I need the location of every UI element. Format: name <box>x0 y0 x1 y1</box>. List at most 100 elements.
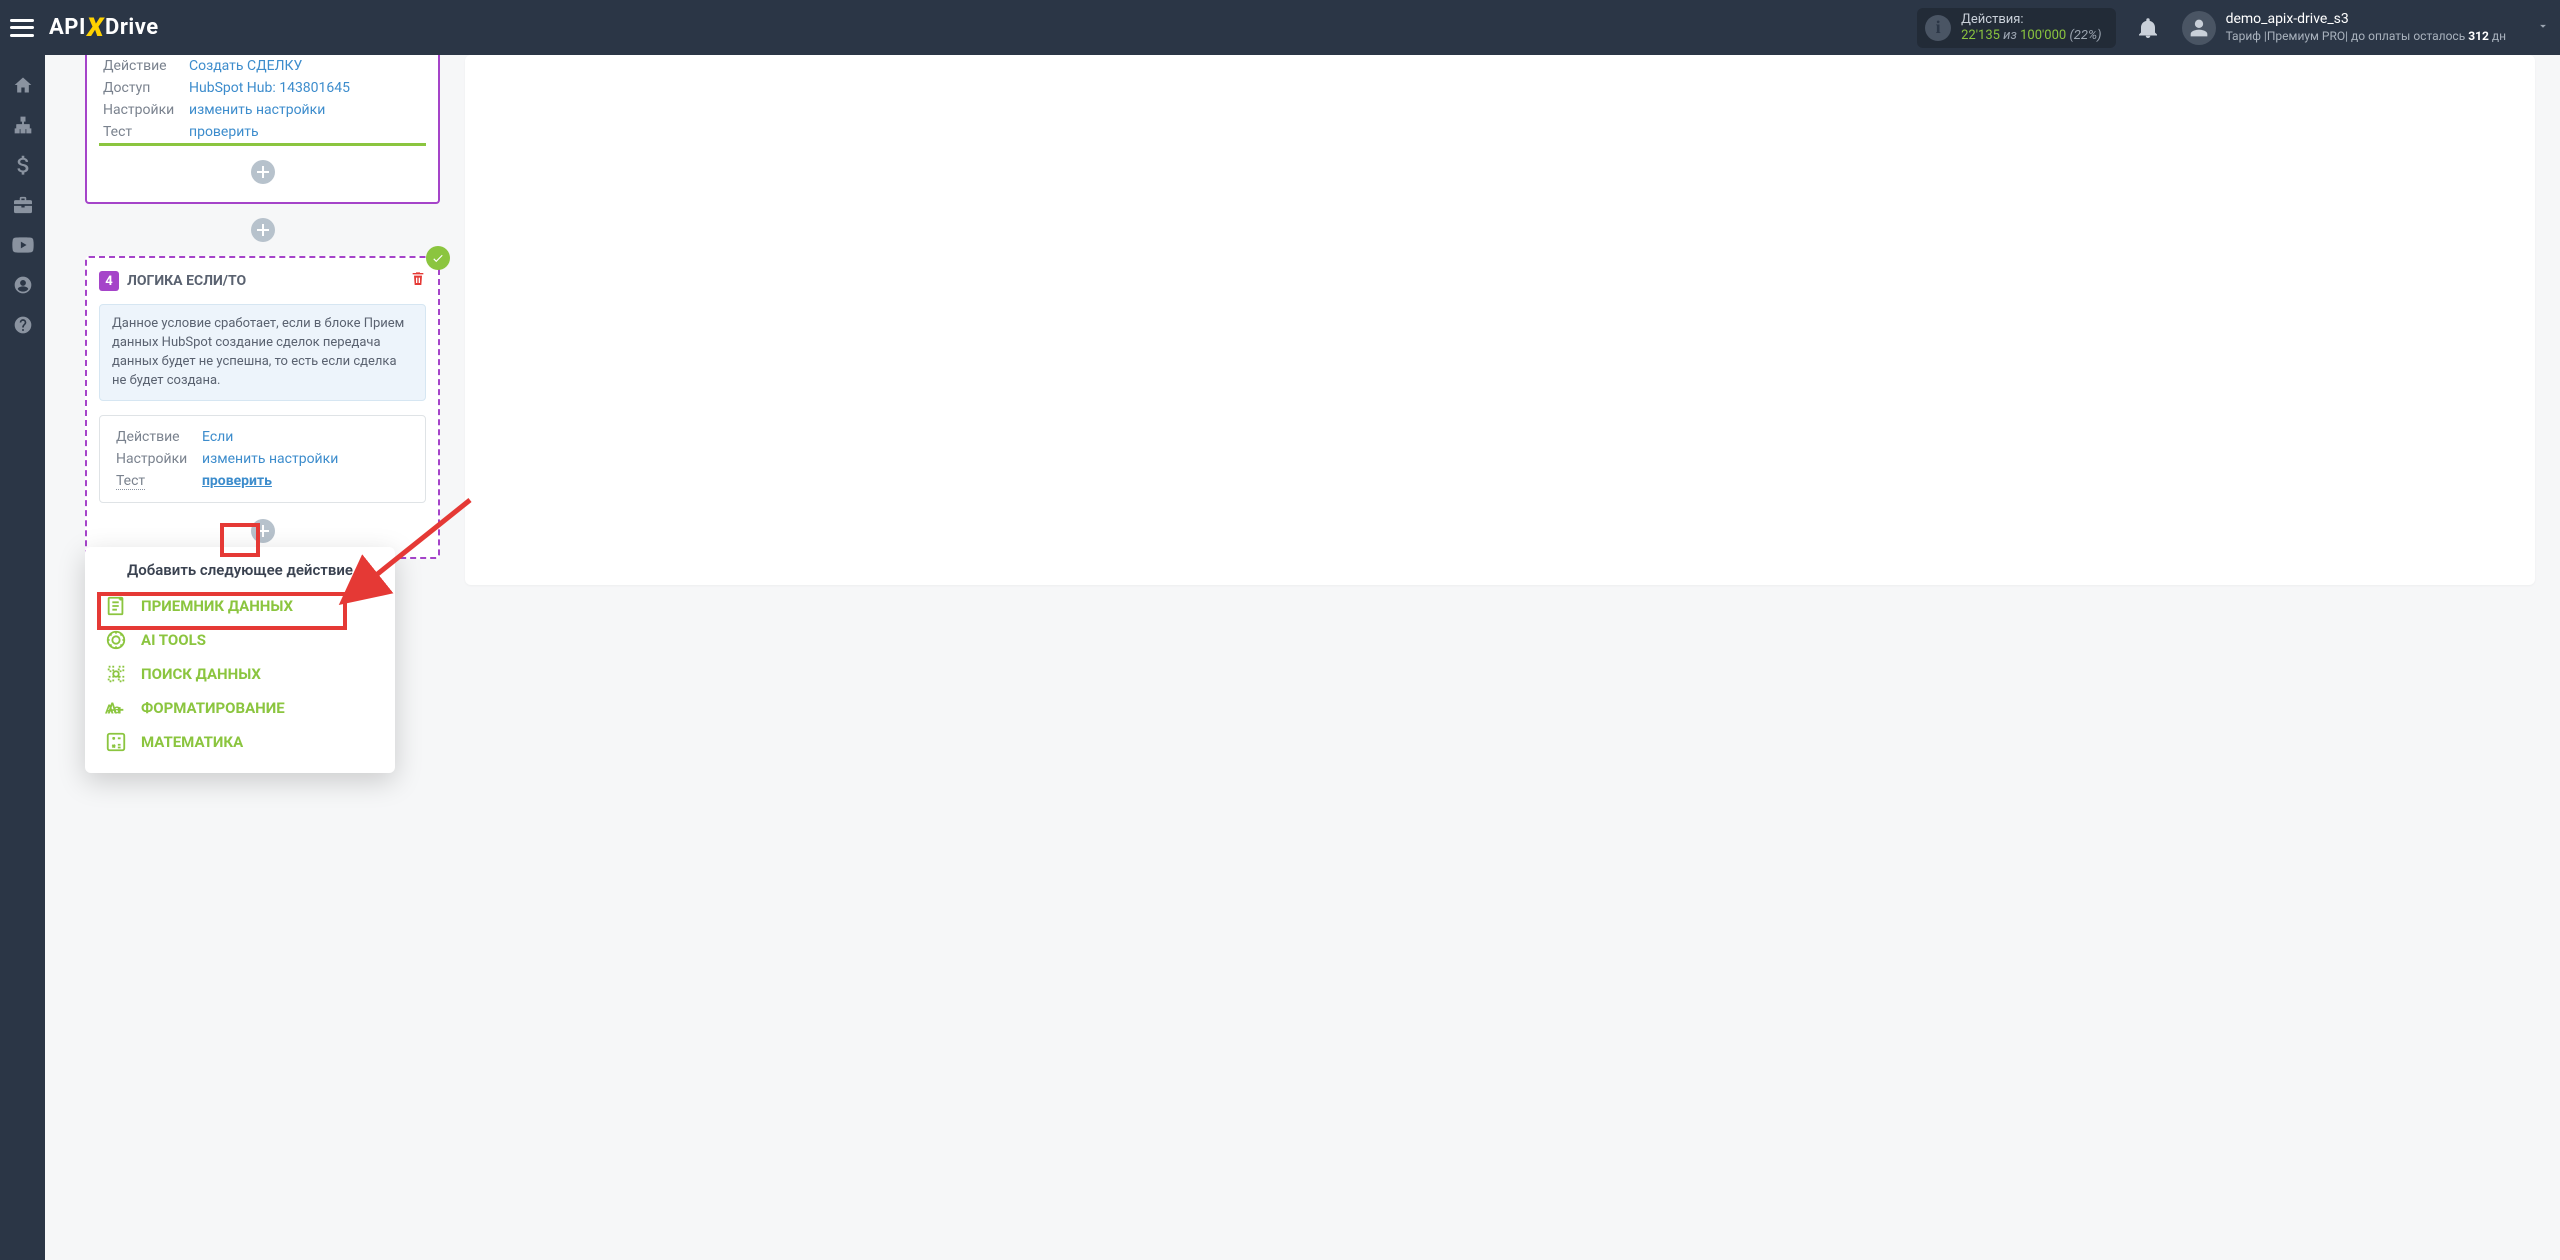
ai-icon <box>103 629 129 651</box>
tariff-days: 312 <box>2468 29 2489 43</box>
bell-icon <box>2139 18 2157 38</box>
dollar-icon <box>17 155 29 175</box>
kv-row: ДоступHubSpot Hub: 143801645 <box>99 77 426 99</box>
sitemap-icon <box>13 115 33 135</box>
add-action-menu: Добавить следующее действие ПРИЕМНИК ДАН… <box>85 547 395 773</box>
menu-item-label: AI TOOLS <box>141 631 206 649</box>
kv-link[interactable]: HubSpot Hub: 143801645 <box>189 80 350 96</box>
kv-value: изменить настройки <box>185 99 426 121</box>
kv-value: проверить <box>185 121 426 143</box>
receiver-icon <box>103 595 129 617</box>
menu-item-search[interactable]: ПОИСК ДАННЫХ <box>85 657 395 691</box>
briefcase-icon <box>13 196 33 214</box>
logic-description: Данное условие сработает, если в блоке П… <box>99 304 426 401</box>
menu-item-math[interactable]: МАТЕМАТИКА <box>85 725 395 759</box>
trash-icon <box>410 270 426 288</box>
actions-label: Действия: <box>1961 12 2101 28</box>
nav-briefcase[interactable] <box>0 185 45 225</box>
menu-title: Добавить следующее действие <box>85 561 395 579</box>
kv-link[interactable]: Создать СДЕЛКУ <box>189 58 302 74</box>
kv-value: Создать СДЕЛКУ <box>185 55 426 77</box>
destination-card: ДействиеСоздать СДЕЛКУДоступHubSpot Hub:… <box>85 55 440 204</box>
menu-item-ai[interactable]: AI TOOLS <box>85 623 395 657</box>
kv-link[interactable]: Если <box>202 429 233 445</box>
kv-row: Настройкиизменить настройки <box>99 99 426 121</box>
chevron-down-icon <box>2536 18 2550 37</box>
actions-total: 100'000 <box>2020 28 2066 43</box>
kv-row: Тестпроверить <box>99 121 426 143</box>
tariff-post: | до оплаты осталось <box>2345 29 2468 43</box>
nav-sitemap[interactable] <box>0 105 45 145</box>
kv-row: ДействиеЕсли <box>112 426 413 448</box>
user-text: demo_apix-drive_s3 Тариф |Премиум PRO| д… <box>2226 11 2506 44</box>
avatar-icon <box>2182 11 2216 45</box>
kv-key: Доступ <box>99 77 185 99</box>
nav-home[interactable] <box>0 65 45 105</box>
kv-key: Действие <box>99 55 185 77</box>
user-menu[interactable]: demo_apix-drive_s3 Тариф |Премиум PRO| д… <box>2182 11 2550 45</box>
logic-header: 4 ЛОГИКА ЕСЛИ/ТО <box>99 270 426 292</box>
notifications-button[interactable] <box>2134 14 2162 42</box>
logo-text-pre: API <box>49 15 86 40</box>
delete-logic-button[interactable] <box>410 270 426 292</box>
add-step-button-logic[interactable] <box>251 519 275 543</box>
add-step-button-inside[interactable] <box>251 160 275 184</box>
nav-billing[interactable] <box>0 145 45 185</box>
nav-account[interactable] <box>0 265 45 305</box>
info-icon: i <box>1925 15 1951 41</box>
kv-link[interactable]: изменить настройки <box>202 451 338 467</box>
actions-pct: (22%) <box>2069 28 2101 43</box>
actions-counter[interactable]: i Действия: 22'135 из 100'000 (22%) <box>1917 8 2115 48</box>
svg-text:Aa: Aa <box>105 703 121 718</box>
kv-link[interactable]: изменить настройки <box>189 102 325 118</box>
kv-link[interactable]: проверить <box>189 124 259 140</box>
nav-rail <box>0 55 45 1260</box>
logo-text-post: Drive <box>105 15 159 40</box>
kv-value: Если <box>198 426 413 448</box>
user-icon <box>13 275 33 295</box>
kv-key: Настройки <box>112 448 198 470</box>
tariff-pre: Тариф | <box>2226 29 2267 43</box>
kv-link[interactable]: проверить <box>202 473 272 489</box>
nav-youtube[interactable] <box>0 225 45 265</box>
kv-key: Тест <box>99 121 185 143</box>
actions-sep: из <box>2003 28 2017 43</box>
actions-used: 22'135 <box>1961 28 2000 43</box>
kv-key: Настройки <box>99 99 185 121</box>
menu-item-label: ПРИЕМНИК ДАННЫХ <box>141 597 293 615</box>
menu-toggle[interactable] <box>10 19 34 37</box>
username: demo_apix-drive_s3 <box>2226 11 2506 29</box>
kv-key: Действие <box>112 426 198 448</box>
destination-details: ДействиеСоздать СДЕЛКУДоступHubSpot Hub:… <box>99 55 426 146</box>
kv-value: проверить <box>198 470 413 492</box>
kv-row: ДействиеСоздать СДЕЛКУ <box>99 55 426 77</box>
menu-item-receiver[interactable]: ПРИЕМНИК ДАННЫХ <box>85 589 395 623</box>
topbar: API X Drive i Действия: 22'135 из 100'00… <box>0 0 2560 55</box>
kv-value: изменить настройки <box>198 448 413 470</box>
flow-column: ДействиеСоздать СДЕЛКУДоступHubSpot Hub:… <box>85 55 440 559</box>
content-panel <box>465 55 2535 585</box>
logic-details: ДействиеЕслиНастройкиизменить настройкиТ… <box>99 415 426 503</box>
question-icon <box>13 315 33 335</box>
home-icon <box>13 75 33 95</box>
nav-help[interactable] <box>0 305 45 345</box>
menu-item-label: ПОИСК ДАННЫХ <box>141 665 261 683</box>
logic-title: ЛОГИКА ЕСЛИ/ТО <box>127 273 246 289</box>
tariff-name: Премиум PRO <box>2267 29 2345 43</box>
tariff-days-suffix: дн <box>2489 29 2506 43</box>
logo-x-icon: X <box>85 13 106 43</box>
kv-row: Тестпроверить <box>112 470 413 492</box>
kv-value: HubSpot Hub: 143801645 <box>185 77 426 99</box>
search-icon <box>103 663 129 685</box>
add-step-button-between[interactable] <box>251 218 275 242</box>
logic-step-number: 4 <box>99 271 119 291</box>
status-ok-badge <box>426 246 450 270</box>
kv-row: Настройкиизменить настройки <box>112 448 413 470</box>
menu-item-format[interactable]: Aa ФОРМАТИРОВАНИЕ <box>85 691 395 725</box>
menu-item-label: ФОРМАТИРОВАНИЕ <box>141 699 285 717</box>
logic-card: 4 ЛОГИКА ЕСЛИ/ТО Данное условие сработае… <box>85 256 440 559</box>
format-icon: Aa <box>103 697 129 719</box>
actions-text: Действия: 22'135 из 100'000 (22%) <box>1961 12 2101 43</box>
math-icon <box>103 731 129 753</box>
logo[interactable]: API X Drive <box>49 13 159 43</box>
